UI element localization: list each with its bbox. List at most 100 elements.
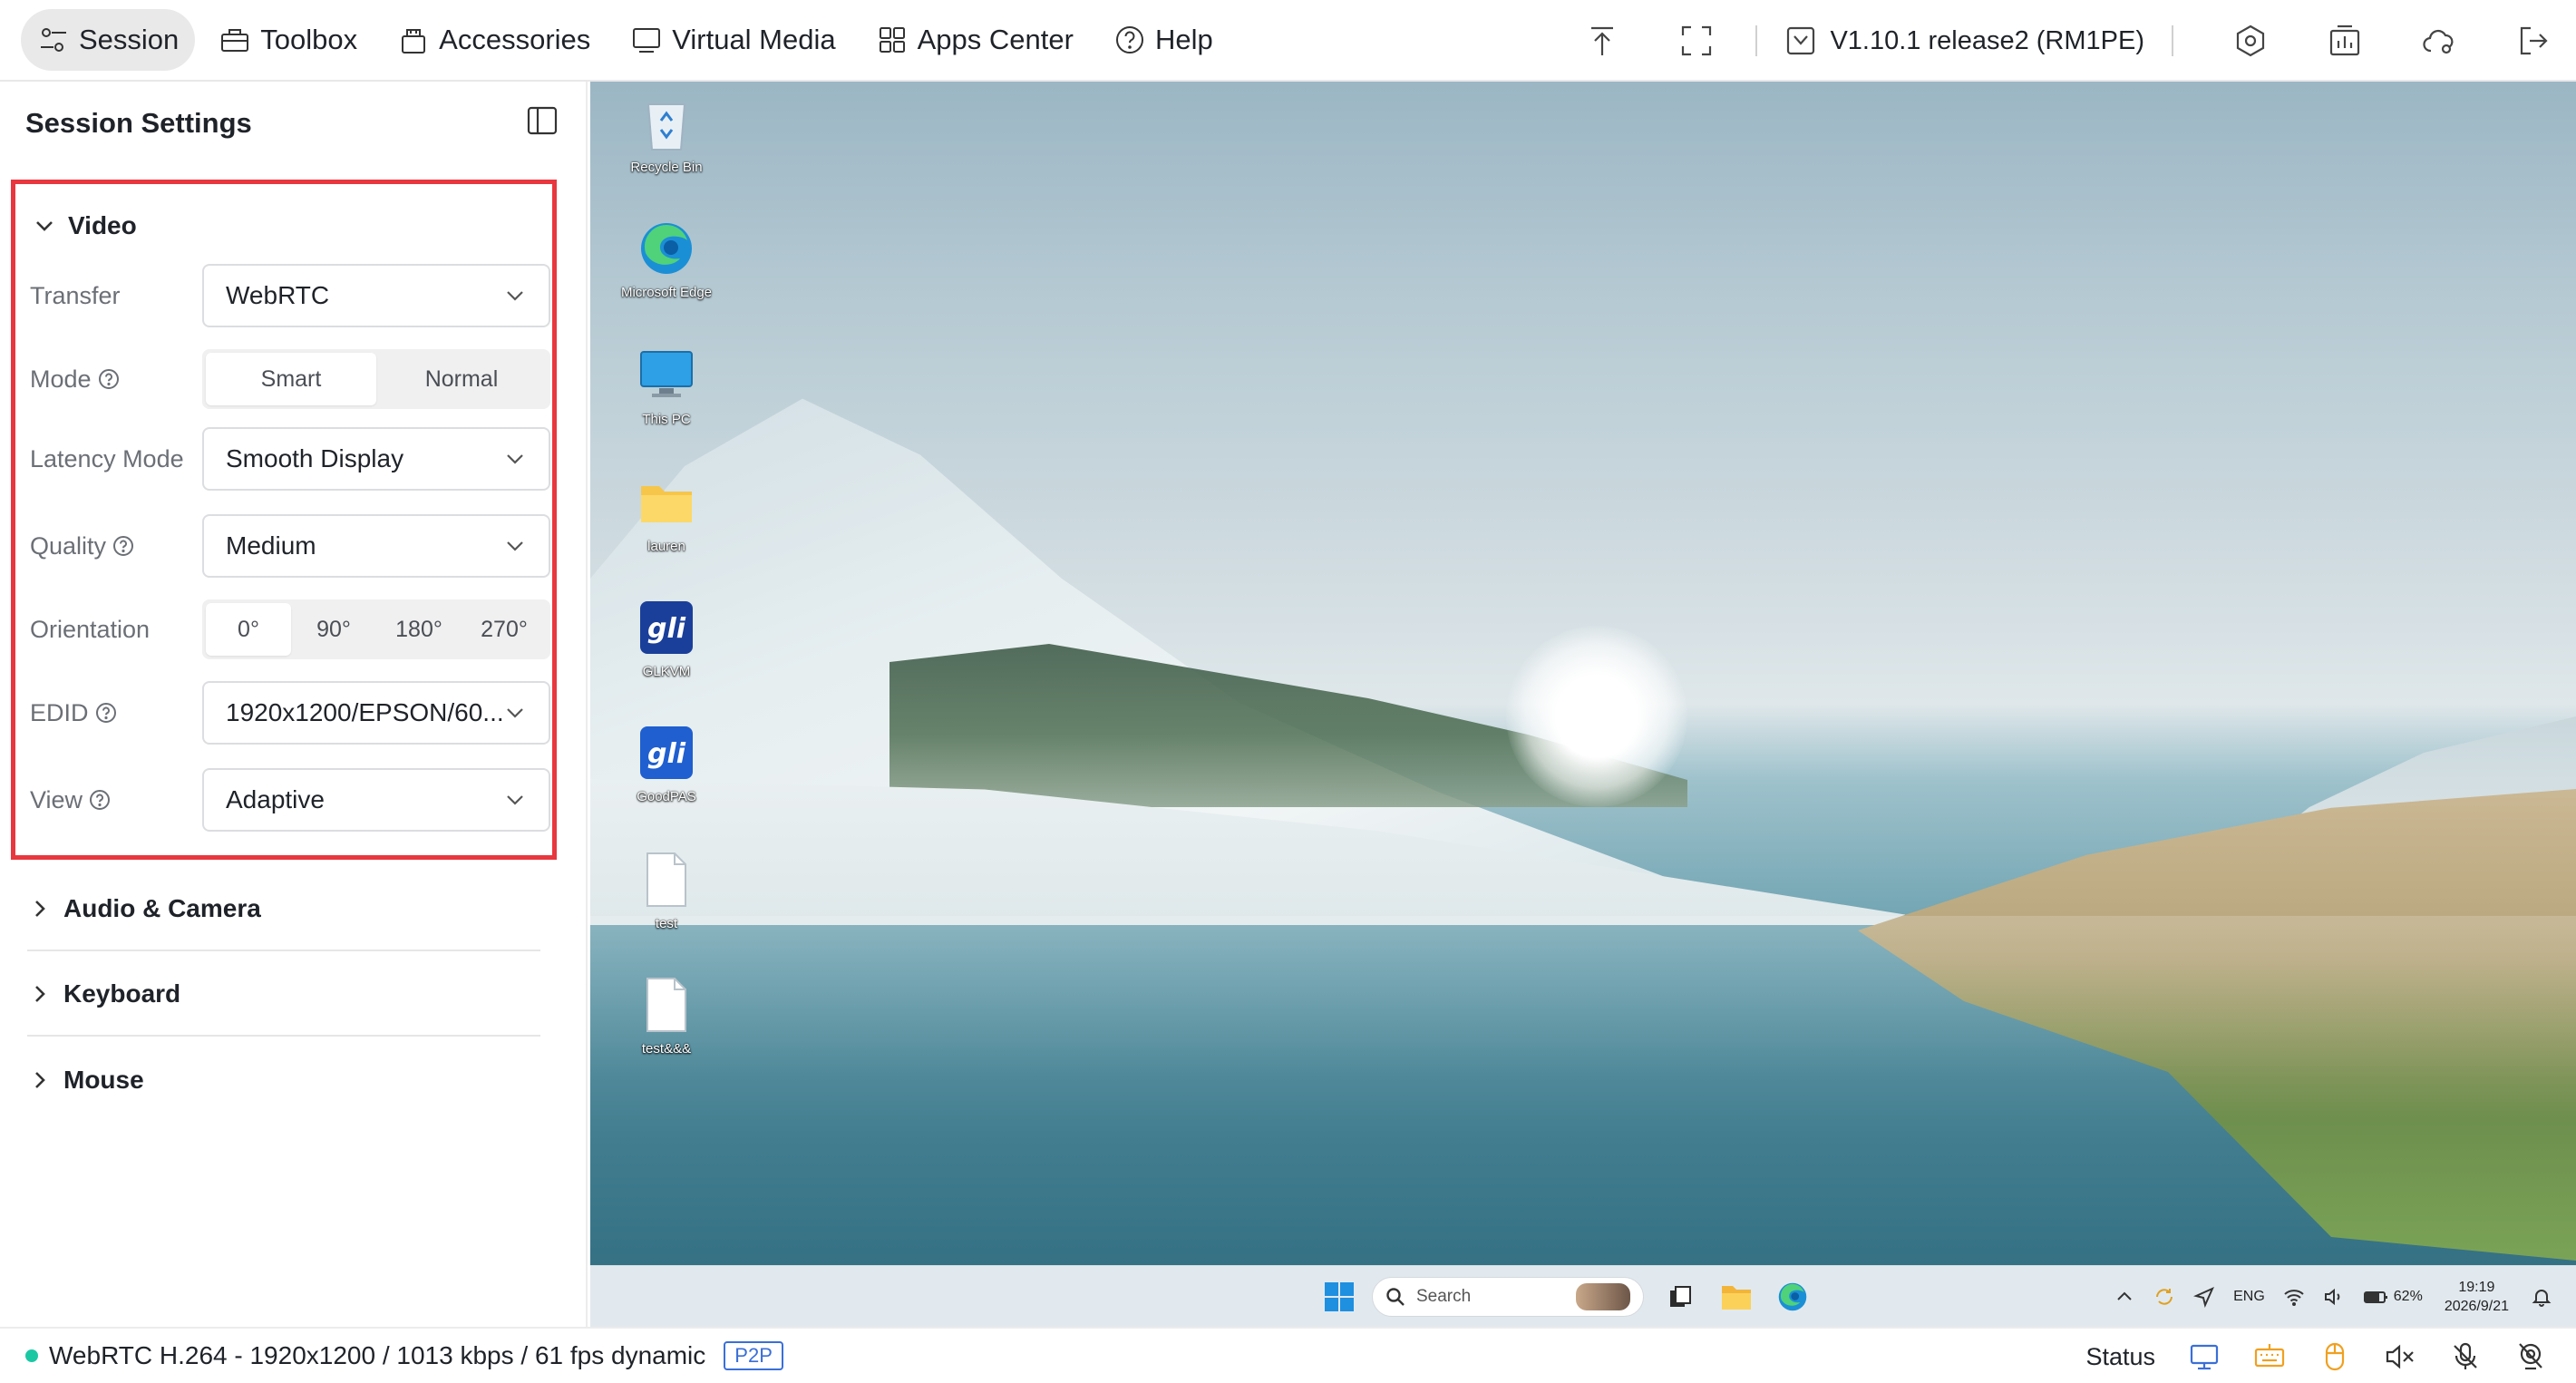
- statistics-button[interactable]: [2304, 0, 2386, 82]
- view-value: Adaptive: [226, 785, 325, 813]
- accessories-icon: [402, 29, 426, 54]
- question-circle-icon[interactable]: [97, 367, 121, 391]
- mode-row: Mode Smart Normal: [30, 347, 556, 411]
- desktop-icon-test-amp[interactable]: test&&&: [617, 972, 716, 1057]
- section-audio-camera[interactable]: Audio & Camera: [27, 868, 540, 951]
- this-pc-icon: [640, 351, 693, 397]
- start-button[interactable]: [1316, 1273, 1363, 1320]
- desktop-icon-recycle-bin[interactable]: Recycle Bin: [617, 91, 716, 176]
- edid-select[interactable]: 1920x1200/EPSON/60...: [202, 681, 550, 745]
- logout-button[interactable]: [2493, 0, 2574, 82]
- taskbar-center: Search: [1316, 1273, 1825, 1320]
- section-keyboard[interactable]: Keyboard: [27, 953, 540, 1037]
- windows-logo-icon: [1325, 1282, 1354, 1311]
- sync-icon: [2156, 1289, 2173, 1305]
- panel-header: Session Settings: [0, 82, 586, 195]
- orientation-option-270[interactable]: 270°: [462, 603, 547, 656]
- fullscreen-button[interactable]: [1656, 0, 1737, 82]
- version-label: V1.10.1 release2 (RM1PE): [1830, 25, 2144, 55]
- wifi-icon: [2284, 1290, 2304, 1306]
- speaker-mute-button[interactable]: [2367, 1329, 2433, 1383]
- chevron-down-icon: [507, 708, 523, 718]
- desktop-icon-test[interactable]: test: [617, 847, 716, 932]
- tray-clock[interactable]: 19:19 2026/9/21: [2445, 1278, 2509, 1316]
- tray-wifi[interactable]: [2283, 1286, 2305, 1308]
- version-info[interactable]: V1.10.1 release2 (RM1PE): [1775, 24, 2153, 57]
- nav-session[interactable]: Session: [21, 9, 196, 71]
- hex-gear-icon: [2236, 24, 2265, 57]
- p2p-badge: P2P: [724, 1341, 783, 1370]
- file-explorer-button[interactable]: [1713, 1273, 1760, 1320]
- transfer-select[interactable]: WebRTC: [202, 264, 550, 327]
- settings-button[interactable]: [2210, 0, 2291, 82]
- mode-label-text: Mode: [30, 365, 92, 393]
- system-tray: ENG 62% 19:19 2026/9/21: [2105, 1266, 2576, 1327]
- cloud-sync-button[interactable]: [2398, 0, 2480, 82]
- panel-collapse-button[interactable]: [524, 102, 560, 143]
- orientation-option-90[interactable]: 90°: [291, 603, 376, 656]
- desktop-icon-label: lauren: [647, 539, 685, 554]
- edge-taskbar-button[interactable]: [1769, 1273, 1816, 1320]
- speaker-muted-icon: [2386, 1344, 2414, 1369]
- mode-option-smart[interactable]: Smart: [206, 353, 376, 405]
- text-file-icon: [646, 978, 686, 1032]
- desktop-icon-glkvm[interactable]: gli GLKVM: [617, 595, 716, 680]
- nav-apps-center[interactable]: Apps Center: [860, 9, 1090, 71]
- display-status-button[interactable]: [2172, 1329, 2237, 1383]
- tray-language[interactable]: ENG: [2233, 1289, 2265, 1305]
- tray-overflow-button[interactable]: [2114, 1286, 2135, 1308]
- file-explorer-icon: [1722, 1286, 1751, 1310]
- connection-status-bar: WebRTC H.264 - 1920x1200 / 1013 kbps / 6…: [0, 1327, 2576, 1383]
- camera-button[interactable]: [2498, 1329, 2563, 1383]
- quality-select[interactable]: Medium: [202, 514, 550, 578]
- sidebar-toggle-icon: [527, 106, 558, 135]
- desktop-icon-edge[interactable]: Microsoft Edge: [617, 216, 716, 301]
- taskbar-search-box[interactable]: Search: [1372, 1277, 1644, 1317]
- orientation-label: Orientation: [30, 616, 202, 644]
- tray-location[interactable]: [2193, 1286, 2215, 1308]
- orientation-segmented-control: 0° 90° 180° 270°: [202, 599, 550, 659]
- keyboard-status-button[interactable]: [2237, 1329, 2302, 1383]
- search-highlight-icon: [1576, 1283, 1630, 1310]
- task-view-button[interactable]: [1657, 1273, 1704, 1320]
- wallpaper-sun: [1506, 626, 1687, 807]
- orientation-option-0[interactable]: 0°: [206, 603, 291, 656]
- speaker-icon: [2324, 1288, 2340, 1306]
- question-circle-icon[interactable]: [112, 534, 135, 558]
- nav-help[interactable]: Help: [1097, 9, 1230, 71]
- question-circle-icon[interactable]: [88, 788, 112, 812]
- tray-volume[interactable]: [2323, 1286, 2345, 1308]
- transfer-label-text: Transfer: [30, 281, 121, 309]
- view-select[interactable]: Adaptive: [202, 768, 550, 832]
- nav-accessories[interactable]: Accessories: [381, 9, 607, 71]
- tray-sync[interactable]: [2153, 1286, 2175, 1308]
- battery-percent: 62%: [2393, 1289, 2423, 1304]
- mouse-status-button[interactable]: [2302, 1329, 2367, 1383]
- svg-text:gli: gli: [647, 738, 686, 770]
- panel-title: Session Settings: [25, 106, 252, 139]
- mode-option-normal[interactable]: Normal: [376, 353, 547, 405]
- transfer-label: Transfer: [30, 282, 202, 310]
- desktop-icon-this-pc[interactable]: This PC: [617, 343, 716, 428]
- edid-label: EDID: [30, 699, 202, 727]
- nav-virtual-media[interactable]: Virtual Media: [614, 9, 851, 71]
- orientation-option-180[interactable]: 180°: [376, 603, 462, 656]
- chevron-down-icon: [507, 291, 523, 301]
- nav-toolbox[interactable]: Toolbox: [202, 9, 374, 71]
- upload-button[interactable]: [1561, 0, 1643, 82]
- edge-browser-icon: [1778, 1282, 1807, 1311]
- desktop-icon-lauren-folder[interactable]: lauren: [617, 470, 716, 555]
- section-mouse[interactable]: Mouse: [27, 1038, 540, 1122]
- latency-label-text: Latency Mode: [30, 444, 184, 472]
- question-circle-icon[interactable]: [94, 701, 118, 725]
- microphone-button[interactable]: [2433, 1329, 2498, 1383]
- tray-notifications[interactable]: [2531, 1286, 2552, 1308]
- section-video-header[interactable]: Video: [32, 208, 137, 244]
- transfer-value: WebRTC: [226, 281, 330, 309]
- remote-desktop-view[interactable]: Recycle Bin Microsoft Edge This PC laure…: [590, 82, 2576, 1327]
- edge-browser-icon: [641, 223, 692, 274]
- latency-select[interactable]: Smooth Display: [202, 427, 550, 491]
- desktop-icon-goodpas[interactable]: gli GoodPAS: [617, 720, 716, 805]
- tray-battery[interactable]: 62%: [2363, 1286, 2423, 1308]
- desktop-icon-label: GLKVM: [642, 664, 691, 679]
